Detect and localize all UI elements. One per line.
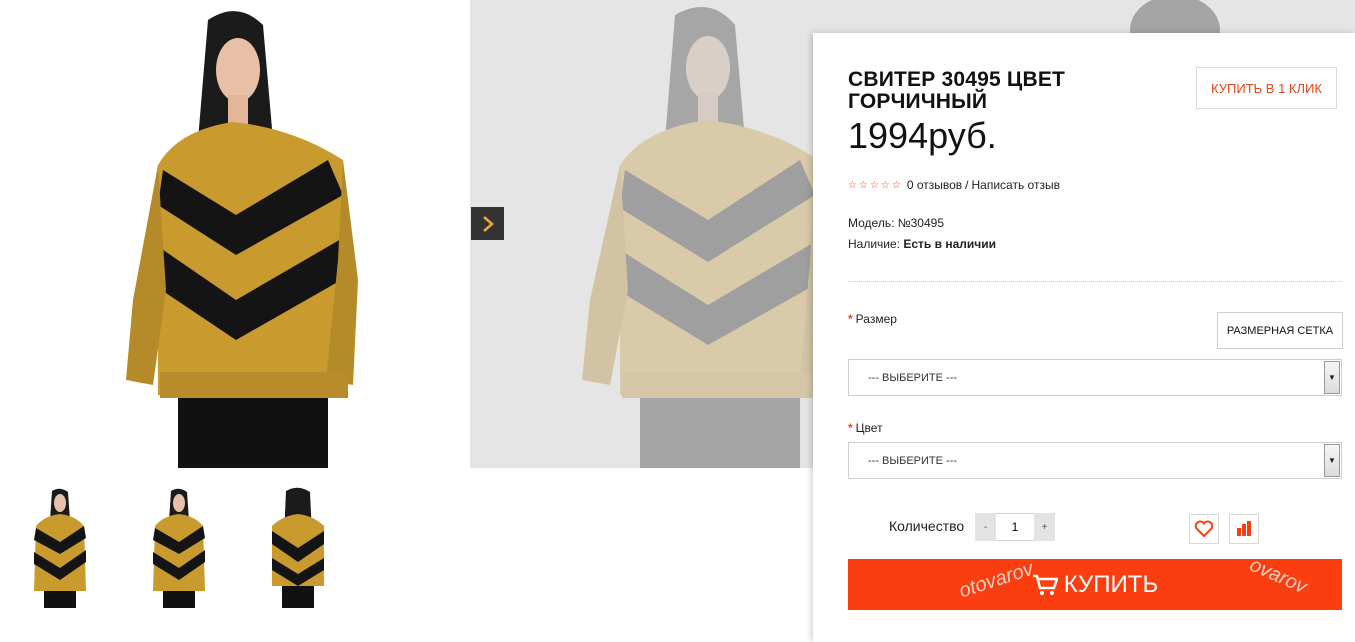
main-product-image[interactable]	[58, 0, 413, 468]
quantity-decrease-button[interactable]: -	[975, 513, 996, 541]
model-row: Модель: №30495	[848, 213, 996, 234]
buy-button-label: КУПИТЬ	[1063, 570, 1159, 598]
thumbnail-side-image	[153, 488, 205, 608]
chevron-down-icon: ▼	[1324, 361, 1340, 394]
required-marker: *	[848, 312, 853, 326]
thumbnail-front-image	[34, 488, 86, 608]
heart-icon	[1194, 520, 1214, 538]
model-label: Модель:	[848, 216, 895, 230]
watermark-right: ovarov	[1246, 559, 1311, 599]
rating-stars: ☆☆☆☆☆	[848, 179, 903, 191]
size-label: * Размер	[848, 312, 897, 326]
chevron-down-icon: ▼	[1324, 444, 1340, 477]
size-select[interactable]: --- ВЫБЕРИТЕ --- ▼	[848, 359, 1342, 396]
compare-button[interactable]	[1229, 514, 1259, 544]
product-info-panel: СВИТЕР 30495 ЦВЕТ ГОРЧИЧНЫЙ 1994руб. КУП…	[813, 33, 1355, 642]
color-label: * Цвет	[848, 421, 883, 435]
color-select-value: --- ВЫБЕРИТЕ ---	[868, 454, 958, 467]
reviews-link[interactable]: 0 отзывов	[907, 178, 962, 192]
availability-label: Наличие:	[848, 237, 901, 251]
quantity-increase-button[interactable]: +	[1034, 513, 1055, 541]
thumbnail-back[interactable]	[252, 486, 344, 608]
rating-separator: /	[965, 178, 969, 192]
buy-button[interactable]: otovarov ovarov КУПИТЬ	[848, 559, 1342, 610]
quantity-stepper: - +	[975, 513, 1055, 541]
size-select-value: --- ВЫБЕРИТЕ ---	[868, 371, 958, 384]
availability-row: Наличие: Есть в наличии	[848, 234, 996, 255]
product-meta: Модель: №30495 Наличие: Есть в наличии	[848, 213, 996, 255]
thumbnail-strip	[14, 486, 344, 608]
quantity-input[interactable]	[996, 513, 1034, 541]
watermark-left: otovarov	[956, 559, 1037, 603]
quantity-label: Количество	[889, 518, 965, 534]
wishlist-button[interactable]	[1189, 514, 1219, 544]
gallery-next-button[interactable]	[471, 207, 504, 240]
chevron-right-icon	[482, 215, 494, 232]
product-price: 1994руб.	[848, 115, 997, 156]
rating-row: ☆☆☆☆☆ 0 отзывов / Написать отзыв	[848, 178, 1060, 192]
model-in-sweater-illustration	[58, 0, 413, 468]
compare-icon	[1237, 521, 1251, 536]
model-value: №30495	[897, 216, 944, 230]
availability-value: Есть в наличии	[903, 237, 996, 251]
required-marker: *	[848, 421, 853, 435]
write-review-link[interactable]: Написать отзыв	[972, 178, 1060, 192]
thumbnail-front[interactable]	[14, 486, 106, 608]
thumbnail-side[interactable]	[133, 486, 225, 608]
product-title: СВИТЕР 30495 ЦВЕТ ГОРЧИЧНЫЙ	[848, 68, 1066, 113]
size-chart-button[interactable]: РАЗМЕРНАЯ СЕТКА	[1217, 312, 1343, 349]
divider	[848, 281, 1342, 282]
thumbnail-back-image	[272, 487, 324, 608]
color-select[interactable]: --- ВЫБЕРИТЕ --- ▼	[848, 442, 1342, 479]
buy-one-click-button[interactable]: КУПИТЬ В 1 КЛИК	[1196, 67, 1337, 109]
